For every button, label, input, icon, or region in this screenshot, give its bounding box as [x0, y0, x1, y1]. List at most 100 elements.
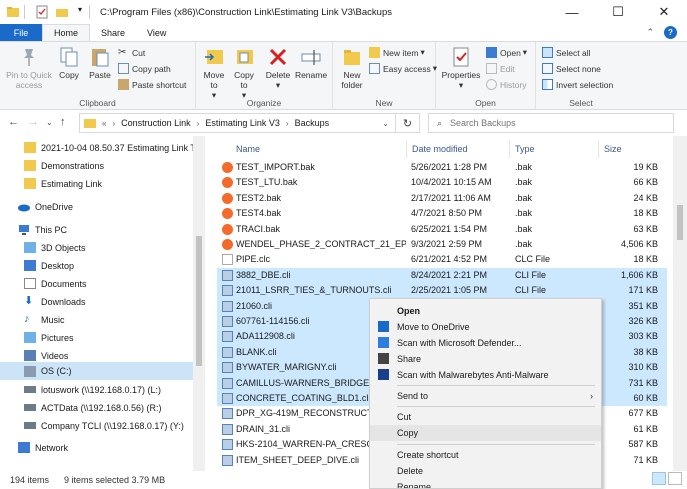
nav-item-onedrive[interactable]: OneDrive	[0, 198, 205, 215]
rename-button[interactable]: Rename	[295, 46, 327, 80]
nav-item-lotuswork[interactable]: lotuswork (\\192.168.0.17) (L:)	[0, 381, 205, 398]
copy-path-button[interactable]: Copy path	[118, 63, 171, 74]
copy-to-button[interactable]: Copy to ▾	[230, 46, 258, 100]
paste-button[interactable]: Paste	[86, 46, 114, 80]
tab-home[interactable]: Home	[42, 24, 91, 41]
select-all-button[interactable]: Select all	[542, 47, 591, 58]
address-row: ← → ⌄ ↑ « › Construction Link › Estimati…	[0, 110, 687, 136]
address-dropdown-icon[interactable]: ⌄	[382, 119, 389, 128]
select-none-button[interactable]: Select none	[542, 63, 601, 74]
file-row[interactable]: PIPE.clc 6/21/2021 4:52 PM CLC File 18 KB	[217, 252, 667, 267]
nav-item-demonstrations[interactable]: Demonstrations	[0, 157, 205, 174]
edit-button[interactable]: Edit	[486, 63, 515, 74]
file-list-scrollbar[interactable]	[673, 136, 687, 471]
address-bar[interactable]: « › Construction Link › Estimating Link …	[79, 113, 420, 133]
nav-item-estimating-link[interactable]: Estimating Link	[0, 175, 205, 192]
collapse-ribbon-icon[interactable]: ⌃	[646, 27, 654, 38]
nav-item-actdata[interactable]: ACTData (\\192.168.0.56) (R:)	[0, 399, 205, 416]
pin-to-quick-access-button[interactable]: Pin to Quick access	[5, 46, 53, 90]
tab-share[interactable]: Share	[90, 24, 136, 41]
breadcrumb-backups[interactable]: Backups	[295, 118, 330, 128]
easy-access-button[interactable]: Easy access ▾	[369, 63, 437, 74]
file-list-scrollbar-thumb[interactable]	[677, 205, 683, 240]
nav-item-documents[interactable]: Documents	[0, 275, 205, 292]
search-input[interactable]: ⌕ Search Backups	[428, 113, 674, 133]
file-row[interactable]: 21011_LSRR_TIES_&_TURNOUTS.cli 2/25/2021 …	[217, 283, 667, 299]
move-to-button[interactable]: Move to ▾	[200, 46, 228, 100]
recent-locations-chevron-icon[interactable]: ⌄	[46, 118, 53, 127]
context-menu-item[interactable]: Scan with Malwarebytes Anti-Malware	[370, 367, 601, 383]
overflow-chevron[interactable]: «	[102, 119, 106, 128]
file-row[interactable]: TEST_LTU.bak 10/4/2021 10:15 AM .bak 66 KB	[217, 175, 667, 190]
nav-item-this-pc[interactable]: This PC	[0, 221, 205, 238]
new-folder-button[interactable]: New folder	[337, 46, 367, 90]
nav-scrollbar-thumb[interactable]	[196, 236, 202, 366]
column-divider[interactable]	[406, 140, 407, 158]
open-button[interactable]: Open ▾	[486, 47, 527, 58]
nav-item-network[interactable]: Network	[0, 439, 205, 456]
details-view-button[interactable]	[652, 472, 666, 485]
invert-selection-button[interactable]: Invert selection	[542, 79, 613, 90]
context-menu-item[interactable]: Delete	[370, 463, 601, 479]
cut-button[interactable]: ✂ Cut	[118, 47, 145, 58]
file-row[interactable]: TEST4.bak 4/7/2021 8:50 PM .bak 18 KB	[217, 206, 667, 221]
column-header-size[interactable]: Size	[604, 140, 622, 158]
large-icons-view-button[interactable]	[668, 472, 682, 485]
context-menu-item[interactable]: Create shortcut	[370, 447, 601, 463]
breadcrumb-estimating-link-v3[interactable]: Estimating Link V3	[205, 118, 280, 128]
copy-button[interactable]: Copy	[56, 46, 82, 80]
nav-item-music[interactable]: ♪ Music	[0, 311, 205, 328]
bak-file-icon	[222, 177, 233, 189]
file-row[interactable]: TEST_IMPORT.bak 5/26/2021 1:28 PM .bak 19 K…	[217, 160, 667, 175]
column-divider[interactable]	[509, 140, 510, 158]
network-drive-icon	[24, 404, 36, 411]
select-group-label: Select	[569, 98, 593, 108]
up-arrow-icon[interactable]: ↑	[60, 116, 66, 128]
maximize-button[interactable]: ☐	[595, 0, 641, 24]
nav-item-downloads[interactable]: ⬇ Downloads	[0, 293, 205, 310]
column-header-type[interactable]: Type	[515, 140, 535, 158]
tab-file[interactable]: File	[0, 24, 42, 41]
customize-quick-access-icon[interactable]: ▾	[75, 5, 85, 19]
context-menu-item[interactable]: Rename	[370, 479, 601, 488]
paste-shortcut-button[interactable]: Paste shortcut	[118, 79, 186, 90]
file-row[interactable]: 3882_DBE.cli 8/24/2021 2:21 PM CLI File 1,6…	[217, 267, 667, 284]
refresh-button[interactable]: ↻	[395, 113, 419, 133]
tab-view[interactable]: View	[136, 24, 177, 41]
back-arrow-icon[interactable]: ←	[8, 116, 19, 128]
column-header-date-modified[interactable]: Date modified	[412, 140, 468, 158]
properties-quick-icon[interactable]	[35, 5, 49, 19]
file-size: 731 KB	[628, 377, 658, 388]
context-menu-item[interactable]: Send to ›	[370, 388, 601, 404]
nav-item-training-folder[interactable]: 2021-10-04 08.50.37 Estimating Link Trai	[0, 139, 205, 156]
context-menu-item[interactable]: Move to OneDrive	[370, 319, 601, 335]
nav-item-os-c[interactable]: OS (C:)	[0, 362, 205, 380]
close-button[interactable]: ✕	[641, 0, 687, 24]
context-menu-item[interactable]: Scan with Microsoft Defender...	[370, 335, 601, 351]
context-menu-item[interactable]: Cut	[370, 409, 601, 425]
file-row[interactable]: TEST2.bak 2/17/2021 11:06 AM .bak 24 KB	[217, 191, 667, 206]
nav-item-desktop[interactable]: Desktop	[0, 257, 205, 274]
properties-button[interactable]: Properties ▾	[441, 46, 481, 90]
new-folder-quick-icon[interactable]	[55, 5, 69, 19]
context-menu-item[interactable]: Share	[370, 351, 601, 367]
file-size: 171 KB	[628, 285, 658, 296]
column-divider[interactable]	[598, 140, 599, 158]
context-menu-item[interactable]: Copy	[370, 425, 601, 441]
nav-item-company-tcli[interactable]: Company TCLI (\\192.168.0.17) (Y:)	[0, 417, 205, 434]
history-button[interactable]: History	[486, 79, 526, 90]
nav-item-3d-objects[interactable]: 3D Objects	[0, 239, 205, 256]
breadcrumb-construction-link[interactable]: Construction Link	[121, 118, 191, 128]
new-item-button[interactable]: New item ▾	[369, 47, 425, 58]
forward-arrow-icon[interactable]: →	[28, 116, 39, 128]
help-icon[interactable]: ?	[664, 26, 677, 39]
file-row[interactable]: TRACI.bak 6/25/2021 1:54 PM .bak 63 KB	[217, 222, 667, 237]
select-group: Select all Select none Invert selection …	[536, 42, 626, 110]
nav-item-pictures[interactable]: Pictures	[0, 329, 205, 346]
minimize-button[interactable]: —	[549, 0, 595, 24]
organize-group: Move to ▾ Copy to ▾ Delete ▾ Rename Orga…	[196, 42, 333, 110]
context-menu-item[interactable]: Open	[370, 303, 601, 319]
column-header-name[interactable]: Name	[236, 140, 260, 158]
delete-button[interactable]: Delete ▾	[264, 46, 292, 90]
file-row[interactable]: WENDEL_PHASE_2_CONTRACT_21_EPC.b... 9/3/2…	[217, 237, 667, 252]
